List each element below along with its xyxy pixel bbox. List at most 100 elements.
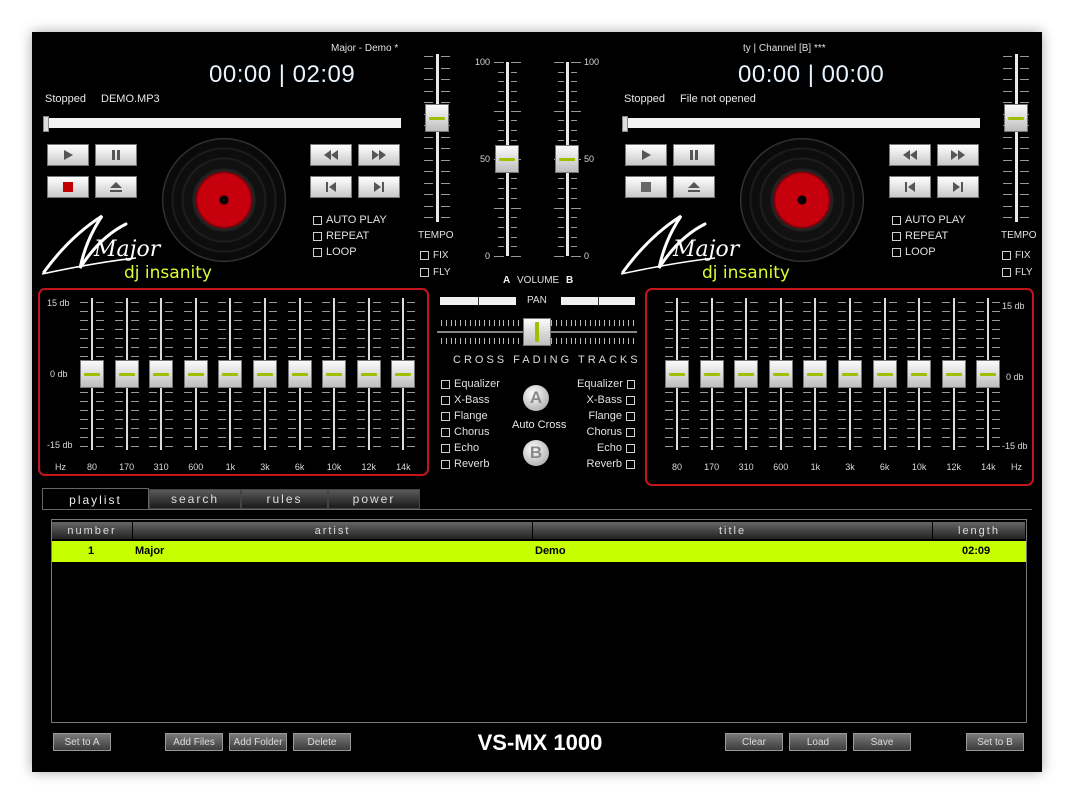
eq-band-knob[interactable] [838, 360, 862, 388]
deck-a-echo-checkbox[interactable]: Echo [441, 442, 479, 454]
eq-band-knob[interactable] [114, 360, 139, 388]
eq-band-knob[interactable] [322, 360, 347, 388]
save-button[interactable]: Save [853, 733, 911, 751]
eq-band-knob[interactable] [80, 360, 104, 388]
deck-b-loop-checkbox[interactable]: LOOP [892, 246, 936, 258]
deck-b-equalizer-checkbox[interactable]: Equalizer [577, 378, 635, 390]
deck-b-tempo-slider[interactable] [1001, 50, 1031, 240]
deck-a-flange-checkbox[interactable]: Flange [441, 410, 488, 422]
eq-band-knob[interactable] [665, 360, 689, 388]
set-to-b-button[interactable]: Set to B [966, 733, 1024, 751]
deck-b-reverb-checkbox[interactable]: Reverb [577, 458, 635, 470]
add-files-button[interactable]: Add Files [165, 733, 223, 751]
volume-knob[interactable] [555, 145, 579, 173]
eq-band-knob[interactable] [734, 360, 759, 388]
eq-band-knob[interactable] [803, 360, 828, 388]
deck-a-fix-checkbox[interactable]: FIX [420, 250, 449, 261]
eq-band-knob[interactable] [907, 360, 932, 388]
crossfader-knob[interactable] [523, 318, 551, 346]
deck-a-forward-button[interactable] [358, 144, 400, 166]
eq-band-knob[interactable] [218, 360, 243, 388]
eq-tick [96, 356, 104, 357]
deck-a-eject-button[interactable] [95, 176, 137, 198]
add-folder-button[interactable]: Add Folder [229, 733, 287, 751]
load-button[interactable]: Load [789, 733, 847, 751]
deck-b-eject-button[interactable] [673, 176, 715, 198]
deck-b-progress[interactable] [622, 116, 980, 132]
column-header-title[interactable]: title [533, 522, 933, 539]
eq-band-knob[interactable] [872, 360, 897, 388]
eq-tick [356, 392, 365, 393]
tab-playlist[interactable]: playlist [42, 488, 149, 510]
deck-b-repeat-checkbox[interactable]: REPEAT [892, 230, 948, 242]
deck-b-flange-checkbox[interactable]: Flange [577, 410, 635, 422]
deck-b-xbass-checkbox[interactable]: X-Bass [577, 394, 635, 406]
deck-a-equalizer-checkbox[interactable]: Equalizer [441, 378, 500, 390]
clear-button[interactable]: Clear [725, 733, 783, 751]
deck-b-pause-button[interactable] [673, 144, 715, 166]
tab-rules[interactable]: rules [241, 489, 328, 509]
deck-b-play-button[interactable] [625, 144, 667, 166]
deck-b-stop-button[interactable] [625, 176, 667, 198]
deck-a-next-button[interactable] [358, 176, 400, 198]
deck-a-chorus-checkbox[interactable]: Chorus [441, 426, 489, 438]
eq-band-knob[interactable] [287, 360, 312, 388]
eq-band-knob[interactable] [768, 360, 793, 388]
deck-a-vinyl-icon[interactable] [162, 138, 286, 262]
deck-a-pause-button[interactable] [95, 144, 137, 166]
deck-a-autoplay-checkbox[interactable]: AUTO PLAY [313, 214, 387, 226]
volume-b-slider[interactable] [552, 50, 582, 260]
deck-b-vinyl-icon[interactable] [740, 138, 864, 262]
eq-band-knob[interactable] [183, 360, 208, 388]
eq-band-knob[interactable] [391, 360, 416, 388]
auto-cross-b-button[interactable]: B [523, 440, 549, 466]
delete-button[interactable]: Delete [293, 733, 351, 751]
eq-band-knob[interactable] [149, 360, 174, 388]
deck-a-tempo-slider[interactable] [422, 50, 452, 240]
auto-cross-a-button[interactable]: A [523, 385, 549, 411]
deck-a-play-button[interactable] [47, 144, 89, 166]
eq-band-knob[interactable] [699, 360, 724, 388]
set-to-a-button[interactable]: Set to A [53, 733, 111, 751]
playlist-table[interactable]: number artist title length 1 Major Demo … [51, 519, 1027, 723]
eq-band-knob[interactable] [941, 360, 966, 388]
column-header-length[interactable]: length [933, 522, 1026, 539]
deck-a-progress[interactable] [43, 116, 401, 132]
deck-a-rewind-button[interactable] [310, 144, 352, 166]
volume-knob[interactable] [495, 145, 519, 173]
deck-a-repeat-checkbox[interactable]: REPEAT [313, 230, 369, 242]
deck-b-autoplay-checkbox[interactable]: AUTO PLAY [892, 214, 966, 226]
deck-b-forward-button[interactable] [937, 144, 979, 166]
deck-b-progress-knob[interactable] [622, 116, 628, 132]
tempo-knob[interactable] [1004, 104, 1028, 132]
deck-b-previous-button[interactable] [889, 176, 931, 198]
deck-a-loop-checkbox[interactable]: LOOP [313, 246, 357, 258]
pan-a-slider[interactable] [440, 297, 516, 305]
deck-b-chorus-checkbox[interactable]: Chorus [577, 426, 635, 438]
eq-band-knob[interactable] [356, 360, 381, 388]
deck-a-reverb-checkbox[interactable]: Reverb [441, 458, 489, 470]
deck-a-fly-checkbox[interactable]: FLY [420, 267, 451, 278]
volume-a-slider[interactable] [492, 50, 522, 260]
deck-b-fly-checkbox[interactable]: FLY [1002, 267, 1033, 278]
deck-a-xbass-checkbox[interactable]: X-Bass [441, 394, 489, 406]
deck-a-previous-button[interactable] [310, 176, 352, 198]
eq-tick [407, 320, 416, 321]
deck-b-echo-checkbox[interactable]: Echo [577, 442, 635, 454]
table-row[interactable]: 1 Major Demo 02:09 [52, 541, 1026, 562]
pan-b-slider[interactable] [561, 297, 635, 305]
column-header-number[interactable]: number [52, 522, 133, 539]
column-header-artist[interactable]: artist [133, 522, 533, 539]
eq-band-knob[interactable] [976, 360, 1001, 388]
deck-a-progress-knob[interactable] [43, 116, 49, 132]
deck-b-rewind-button[interactable] [889, 144, 931, 166]
eq-tick [715, 446, 724, 447]
tempo-knob[interactable] [425, 104, 449, 132]
deck-a-stop-button[interactable] [47, 176, 89, 198]
crossfader-slider[interactable] [437, 316, 637, 348]
tab-search[interactable]: search [149, 489, 241, 509]
deck-b-fix-checkbox[interactable]: FIX [1002, 250, 1031, 261]
tab-power[interactable]: power [328, 489, 420, 509]
deck-b-next-button[interactable] [937, 176, 979, 198]
eq-band-knob[interactable] [253, 360, 277, 388]
